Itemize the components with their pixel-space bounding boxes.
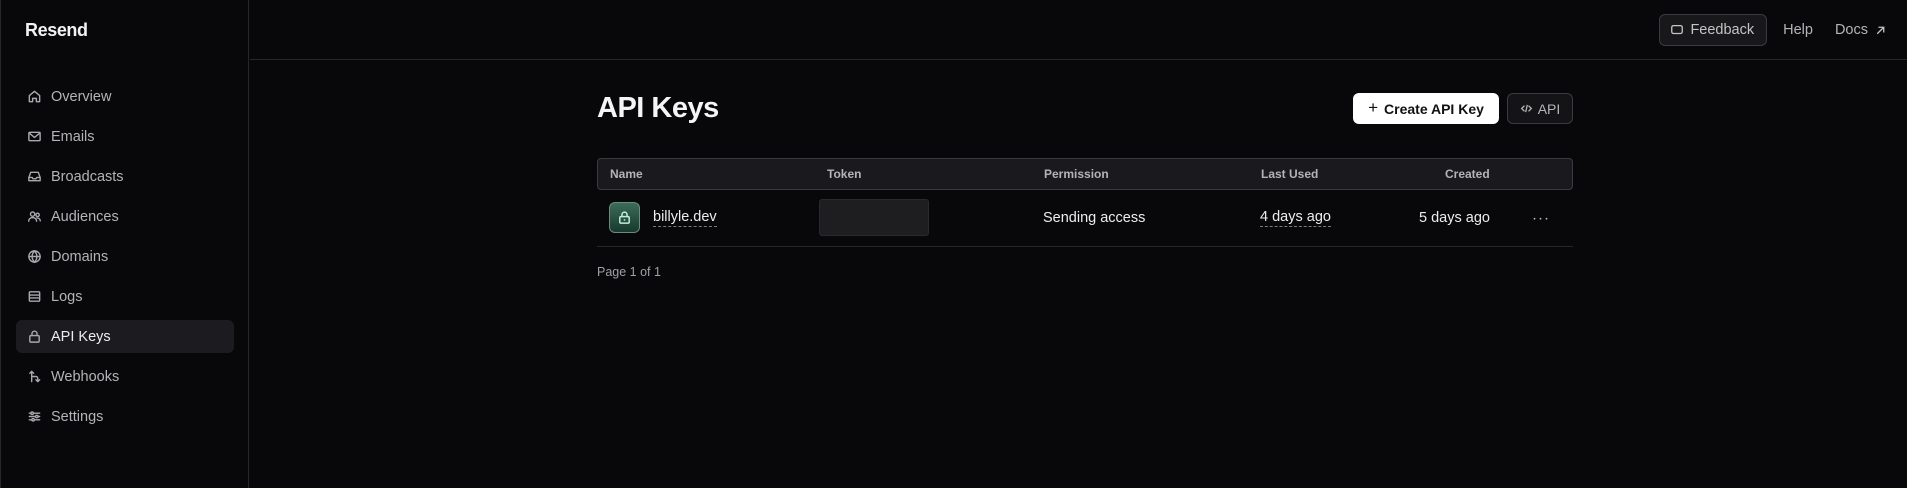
table-row[interactable]: billyle.dev Sending access 4 days ago 5 … xyxy=(597,190,1573,247)
users-icon xyxy=(26,209,42,225)
feedback-button[interactable]: Feedback xyxy=(1659,14,1768,46)
sidebar-item-broadcasts[interactable]: Broadcasts xyxy=(16,160,234,193)
sidebar-item-api-keys[interactable]: API Keys xyxy=(16,320,234,353)
table-header: Name Token Permission Last Used Created xyxy=(597,158,1573,190)
page-title: API Keys xyxy=(597,92,719,124)
webhook-arrows-icon xyxy=(26,369,42,385)
top-actions: Feedback Help Docs xyxy=(1659,14,1893,46)
token-masked[interactable] xyxy=(819,199,929,236)
sidebar-item-label: Emails xyxy=(51,128,95,145)
docs-link[interactable]: Docs xyxy=(1829,22,1893,38)
mail-icon xyxy=(26,129,42,145)
sidebar-item-webhooks[interactable]: Webhooks xyxy=(16,360,234,393)
sidebar-nav: Overview Emails Broadcasts Audiences Dom… xyxy=(16,80,234,440)
key-permission: Sending access xyxy=(1043,210,1146,226)
sidebar-item-label: Logs xyxy=(51,288,83,305)
home-icon xyxy=(26,89,42,105)
api-docs-button[interactable]: API xyxy=(1507,93,1573,124)
globe-icon xyxy=(26,249,42,265)
topbar: Feedback Help Docs xyxy=(250,0,1907,60)
sidebar-item-label: Broadcasts xyxy=(51,168,124,185)
header-created: Created xyxy=(1445,167,1490,181)
code-icon xyxy=(1520,104,1532,113)
message-icon xyxy=(1671,24,1684,35)
key-lock-icon xyxy=(609,202,640,233)
api-label: API xyxy=(1537,100,1561,117)
sidebar-item-label: API Keys xyxy=(51,328,111,345)
help-label: Help xyxy=(1783,22,1813,38)
sidebar-item-emails[interactable]: Emails xyxy=(16,120,234,153)
api-keys-table: Name Token Permission Last Used Created … xyxy=(597,158,1573,247)
header-name: Name xyxy=(610,167,643,181)
sidebar-item-overview[interactable]: Overview xyxy=(16,80,234,113)
sidebar-item-label: Domains xyxy=(51,248,109,265)
sliders-icon xyxy=(26,409,42,425)
header-permission: Permission xyxy=(1044,167,1109,181)
sidebar-item-label: Settings xyxy=(51,408,104,425)
list-icon xyxy=(26,289,42,305)
sidebar-item-domains[interactable]: Domains xyxy=(16,240,234,273)
pagination-label: Page 1 of 1 xyxy=(597,265,661,279)
key-name[interactable]: billyle.dev xyxy=(653,209,717,227)
header-token: Token xyxy=(827,167,862,181)
external-arrow-icon xyxy=(1876,26,1885,34)
docs-label: Docs xyxy=(1834,22,1868,38)
create-api-key-button[interactable]: + Create API Key xyxy=(1353,93,1499,124)
plus-icon: + xyxy=(1368,97,1379,117)
sidebar-item-label: Webhooks xyxy=(51,368,120,385)
sidebar-item-settings[interactable]: Settings xyxy=(16,400,234,433)
sidebar: Resend Overview Emails Broadcasts Audien… xyxy=(0,0,249,488)
row-more-button[interactable]: ··· xyxy=(1531,210,1551,227)
app-root: Resend Overview Emails Broadcasts Audien… xyxy=(0,0,1907,488)
key-last-used: 4 days ago xyxy=(1260,209,1331,227)
key-created: 5 days ago xyxy=(1419,210,1490,226)
inbox-icon xyxy=(26,169,42,185)
lock-icon xyxy=(26,329,42,345)
sidebar-item-label: Overview xyxy=(51,88,112,105)
help-link[interactable]: Help xyxy=(1777,22,1819,38)
sidebar-item-logs[interactable]: Logs xyxy=(16,280,234,313)
sidebar-item-label: Audiences xyxy=(51,208,119,225)
logo[interactable]: Resend xyxy=(25,20,88,41)
create-api-key-label: Create API Key xyxy=(1384,100,1484,117)
sidebar-item-audiences[interactable]: Audiences xyxy=(16,200,234,233)
header-last-used: Last Used xyxy=(1261,167,1319,181)
feedback-label: Feedback xyxy=(1690,22,1755,38)
